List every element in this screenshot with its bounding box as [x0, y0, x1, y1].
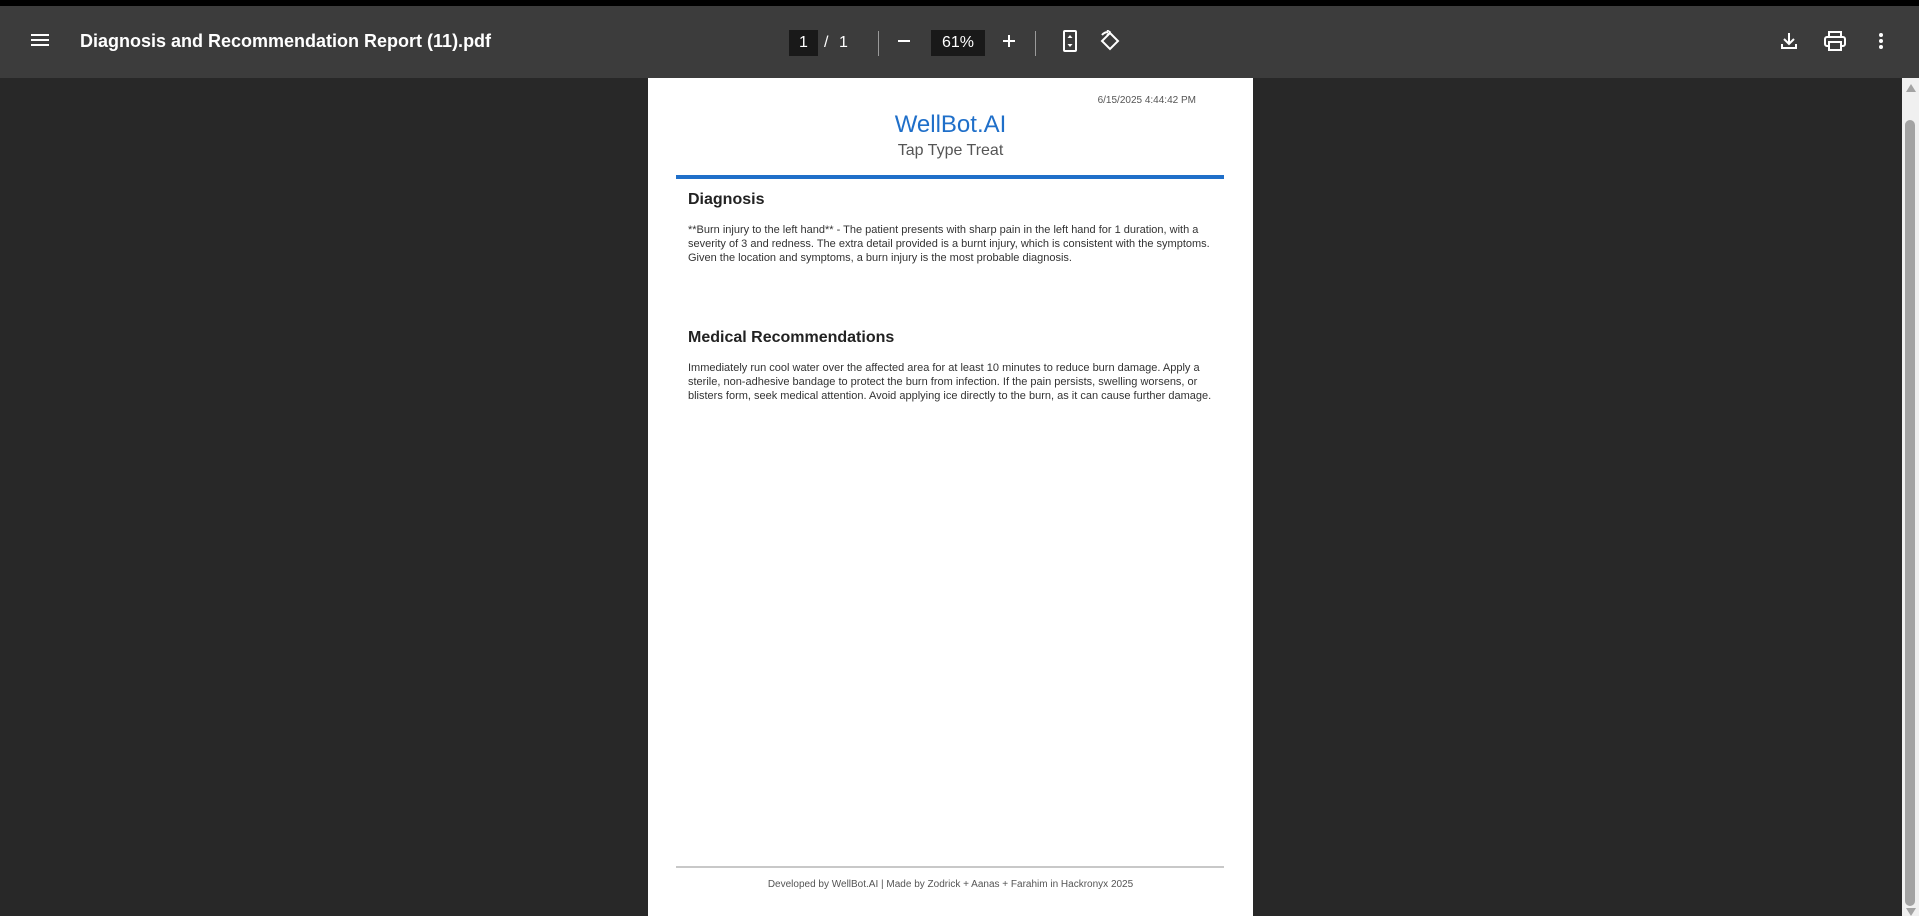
more-options-icon: [1878, 32, 1884, 55]
scroll-down-icon[interactable]: [1906, 908, 1916, 916]
diagnosis-text: **Burn injury to the left hand** - The p…: [688, 224, 1210, 264]
pdf-page: 6/15/2025 4:44:42 PM WellBot.AI Tap Type…: [648, 78, 1253, 916]
menu-button[interactable]: [22, 24, 58, 60]
scroll-up-icon[interactable]: [1906, 84, 1916, 92]
download-icon: [1780, 32, 1798, 55]
rotate-button[interactable]: [1092, 25, 1128, 61]
fit-page-button[interactable]: [1052, 25, 1088, 61]
print-icon: [1824, 30, 1846, 56]
download-button[interactable]: [1771, 25, 1807, 61]
vertical-scrollbar[interactable]: [1902, 78, 1919, 916]
page-total: 1: [839, 34, 848, 51]
pdf-viewer[interactable]: 6/15/2025 4:44:42 PM WellBot.AI Tap Type…: [0, 78, 1902, 916]
toolbar-divider: [1035, 31, 1036, 56]
menu-icon: [30, 32, 50, 53]
report-footer: Developed by WellBot.AI | Made by Zodric…: [767, 879, 1134, 890]
footer-divider: [676, 866, 1224, 868]
brand-tagline: Tap Type Treat: [897, 142, 1004, 159]
print-button[interactable]: [1817, 25, 1853, 61]
page-separator: /: [824, 34, 829, 51]
recommendations-heading: Medical Recommendations: [688, 329, 895, 346]
report-timestamp: 6/15/2025 4:44:42 PM: [1097, 95, 1196, 106]
more-options-button[interactable]: [1863, 25, 1899, 61]
brand-title: WellBot.AI: [894, 111, 1007, 138]
fit-page-icon: [1062, 29, 1078, 57]
pdf-toolbar: Diagnosis and Recommendation Report (11)…: [0, 6, 1919, 78]
diagnosis-heading: Diagnosis: [688, 191, 765, 208]
page-number-input[interactable]: [789, 30, 818, 56]
toolbar-divider: [878, 31, 879, 56]
zoom-out-icon: [896, 33, 912, 54]
zoom-level-input[interactable]: [931, 30, 985, 56]
zoom-out-button[interactable]: [886, 25, 922, 61]
zoom-in-icon: [1001, 33, 1017, 54]
scroll-thumb[interactable]: [1905, 120, 1915, 906]
zoom-in-button[interactable]: [991, 25, 1027, 61]
document-title: Diagnosis and Recommendation Report (11)…: [80, 31, 492, 51]
recommendations-text: Immediately run cool water over the affe…: [688, 362, 1212, 402]
rotate-icon: [1099, 28, 1121, 57]
header-divider: [676, 175, 1224, 179]
